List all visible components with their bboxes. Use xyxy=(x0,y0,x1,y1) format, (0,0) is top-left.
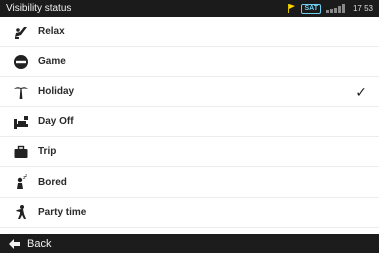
sat-indicator: SAT xyxy=(301,3,321,14)
day-off-icon xyxy=(13,114,29,130)
game-icon xyxy=(13,54,29,70)
list-item-day-off[interactable]: Day Off xyxy=(0,107,379,138)
bored-icon: zz xyxy=(13,174,29,190)
list-item-trip[interactable]: Trip xyxy=(0,137,379,168)
signal-strength-icon xyxy=(325,4,345,13)
palm-tree-icon xyxy=(13,84,29,100)
clock-time: 17 53 xyxy=(352,4,373,13)
selected-checkmark-icon: ✓ xyxy=(355,84,367,101)
back-arrow-icon xyxy=(9,238,20,249)
signal-flag-icon xyxy=(288,4,296,13)
relax-icon xyxy=(13,24,29,40)
list-item-label: Party time xyxy=(38,206,87,218)
list-item-party-time[interactable]: Party time xyxy=(0,198,379,228)
svg-text:z: z xyxy=(25,174,27,178)
back-button[interactable]: Back xyxy=(8,238,51,250)
party-icon xyxy=(13,204,29,220)
back-label: Back xyxy=(27,237,52,250)
list-item-game[interactable]: Game xyxy=(0,47,379,78)
list-item-label: Day Off xyxy=(38,116,74,128)
list-item-bored[interactable]: zz Bored xyxy=(0,167,379,198)
list-item-label: Holiday xyxy=(38,86,75,98)
list-item-label: Trip xyxy=(38,146,57,158)
list-item-holiday[interactable]: Holiday ✓ xyxy=(0,77,379,108)
list-item-label: Bored xyxy=(38,176,67,188)
list-item-relax[interactable]: Relax xyxy=(0,17,379,48)
bottom-bar: Back xyxy=(0,234,379,253)
list-item-label: Game xyxy=(38,56,66,68)
screen-title: Visibility status xyxy=(6,3,72,14)
system-indicators: SAT 17 53 xyxy=(286,3,373,14)
visibility-status-list: Relax Game Holiday ✓ Day Off Trip zz Bor… xyxy=(0,17,379,228)
status-bar: Visibility status SAT 17 53 xyxy=(0,0,379,17)
suitcase-icon xyxy=(13,144,29,160)
list-item-label: Relax xyxy=(38,26,65,38)
